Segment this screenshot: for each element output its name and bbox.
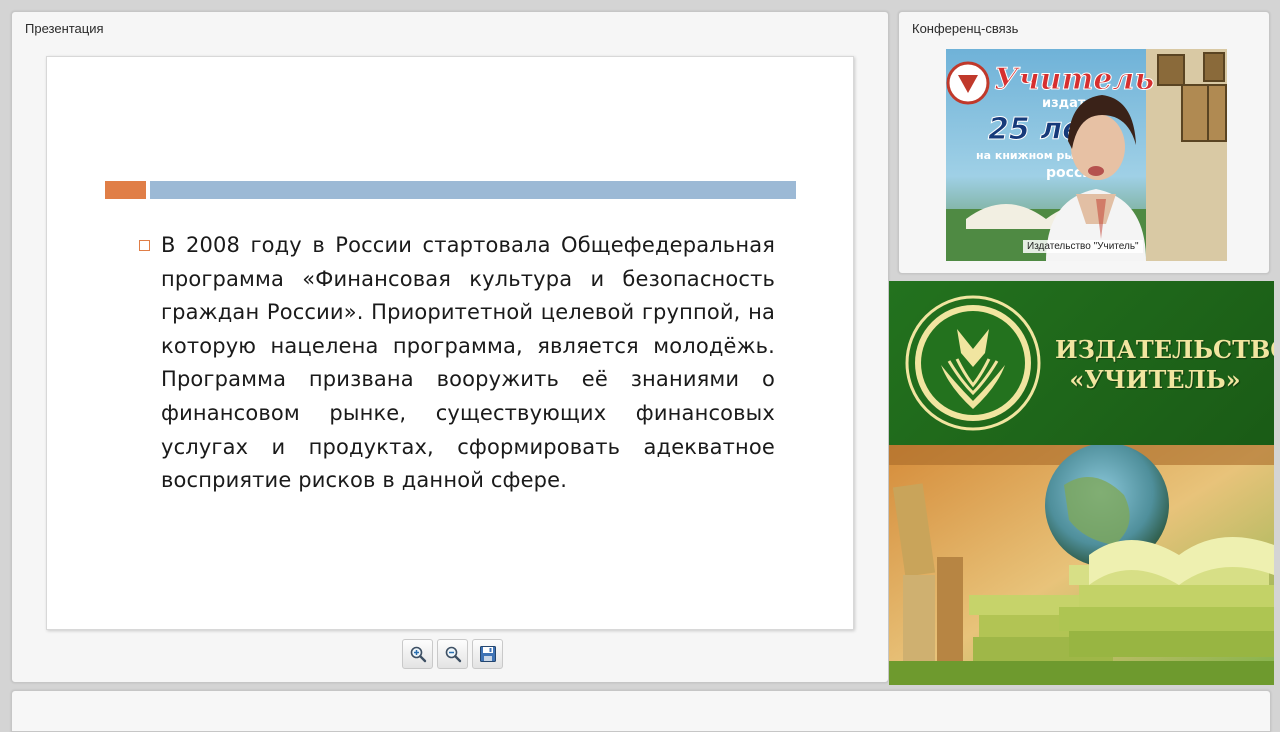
publisher-logo-icon bbox=[905, 295, 1041, 431]
backdrop-brand-text: Учитель bbox=[994, 62, 1154, 97]
publisher-name-line1: ИЗДАТЕЛЬСТВО bbox=[1055, 335, 1274, 364]
publisher-banner: ИЗДАТЕЛЬСТВО «УЧИТЕЛЬ» bbox=[889, 281, 1274, 685]
zoom-out-icon bbox=[445, 646, 461, 663]
slide-accent-blue-bar bbox=[150, 181, 796, 199]
slide-body-text: В 2008 году в России стартовала Общефеде… bbox=[161, 233, 775, 493]
zoom-in-icon bbox=[410, 646, 426, 663]
zoom-in-button[interactable] bbox=[402, 639, 433, 669]
presentation-panel: Презентация В 2008 году в России стартов… bbox=[11, 11, 889, 683]
slide-accent-orange-bar bbox=[105, 181, 146, 199]
floppy-save-icon bbox=[479, 646, 496, 662]
publisher-banner-header: ИЗДАТЕЛЬСТВО «УЧИТЕЛЬ» bbox=[889, 281, 1274, 445]
conference-panel: Конференц-связь Учитель издат 25 лет на bbox=[898, 11, 1270, 274]
zoom-out-button[interactable] bbox=[437, 639, 468, 669]
save-button[interactable] bbox=[472, 639, 503, 669]
books-globe-image bbox=[889, 445, 1274, 685]
bullet-square-icon bbox=[139, 240, 150, 251]
presentation-panel-title: Презентация bbox=[25, 21, 104, 36]
video-feed[interactable]: Учитель издат 25 лет на книжном ры росси… bbox=[946, 49, 1227, 261]
slide-toolbar bbox=[402, 639, 503, 669]
publisher-name-line2: «УЧИТЕЛЬ» bbox=[1069, 365, 1241, 394]
slide: В 2008 году в России стартовала Общефеде… bbox=[46, 56, 854, 630]
conference-panel-title: Конференц-связь bbox=[912, 21, 1019, 36]
bottom-panel bbox=[11, 690, 1271, 732]
backdrop-line1-text: на книжном ры bbox=[976, 149, 1074, 162]
video-frame-image: Учитель издат 25 лет на книжном ры росси bbox=[946, 49, 1227, 261]
publisher-name: ИЗДАТЕЛЬСТВО «УЧИТЕЛЬ» bbox=[1055, 335, 1274, 395]
video-caption: Издательство "Учитель" bbox=[1023, 240, 1143, 253]
